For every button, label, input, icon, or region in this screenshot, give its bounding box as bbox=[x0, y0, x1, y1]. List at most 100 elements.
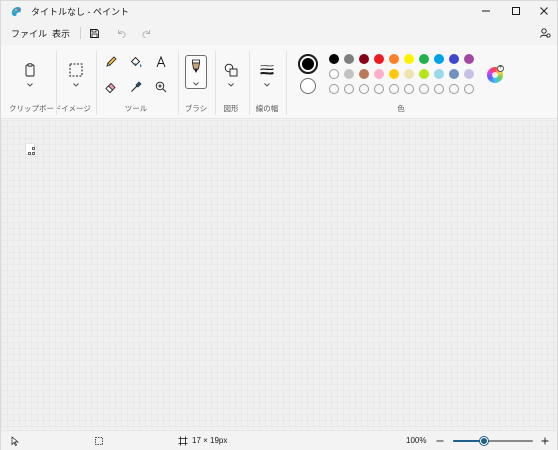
custom-color-slot[interactable] bbox=[419, 84, 429, 94]
palette-swatch[interactable] bbox=[464, 54, 474, 64]
zoom-in-button[interactable] bbox=[539, 435, 550, 446]
resize-handle-right[interactable] bbox=[32, 147, 35, 150]
image-chevron-down-icon[interactable] bbox=[72, 82, 80, 88]
image-size-icon bbox=[177, 435, 188, 446]
palette-swatch[interactable] bbox=[404, 69, 414, 79]
redo-icon bbox=[141, 29, 150, 38]
palette-swatch[interactable] bbox=[344, 69, 354, 79]
custom-color-slot[interactable] bbox=[449, 84, 459, 94]
palette-swatch[interactable] bbox=[434, 54, 444, 64]
palette-swatch[interactable] bbox=[449, 69, 459, 79]
group-label-tools: ツール bbox=[124, 104, 148, 113]
redo-button[interactable] bbox=[139, 26, 153, 40]
drawing-canvas[interactable] bbox=[26, 144, 35, 155]
custom-color-slot[interactable] bbox=[389, 84, 399, 94]
palette-swatch[interactable] bbox=[389, 69, 399, 79]
save-button[interactable] bbox=[87, 26, 101, 40]
canvas-workspace[interactable] bbox=[1, 120, 557, 429]
paint-window: タイトルなし - ペイント ファイル 表示 クリップボード イメージ ツール ブ… bbox=[0, 0, 558, 450]
group-label-image: イメージ bbox=[61, 104, 91, 113]
group-label-clipboard: クリップボード bbox=[9, 104, 62, 113]
ribbon-separator bbox=[96, 51, 97, 115]
zoom-out-button[interactable] bbox=[434, 435, 445, 446]
palette-swatch[interactable] bbox=[359, 69, 369, 79]
custom-color-slot[interactable] bbox=[344, 84, 354, 94]
zoom-slider-thumb[interactable] bbox=[480, 437, 488, 445]
undo-button[interactable] bbox=[114, 26, 128, 40]
eraser-tool-button[interactable] bbox=[102, 78, 120, 96]
custom-color-slot[interactable] bbox=[359, 84, 369, 94]
clipboard-chevron-down-icon[interactable] bbox=[26, 82, 34, 88]
custom-color-slot[interactable] bbox=[329, 84, 339, 94]
palette-swatch[interactable] bbox=[419, 69, 429, 79]
stroke-width-button[interactable] bbox=[258, 61, 276, 79]
shapes-button[interactable] bbox=[222, 61, 240, 79]
resize-handle-bottom[interactable] bbox=[28, 152, 31, 155]
magnifier-tool-button[interactable] bbox=[152, 78, 170, 96]
add-color-icon: + bbox=[497, 65, 504, 72]
palette-swatch[interactable] bbox=[464, 69, 474, 79]
maximize-icon bbox=[512, 7, 520, 15]
custom-color-slot[interactable] bbox=[434, 84, 444, 94]
primary-color-button[interactable] bbox=[298, 54, 318, 74]
clipboard-icon bbox=[25, 63, 35, 77]
menu-divider bbox=[80, 27, 81, 39]
stroke-width-chevron-down-icon[interactable] bbox=[263, 82, 271, 88]
color-picker-tool-button[interactable] bbox=[127, 78, 145, 96]
custom-color-slot[interactable] bbox=[374, 84, 384, 94]
ribbon-separator bbox=[178, 51, 179, 115]
minimize-icon bbox=[482, 10, 490, 12]
status-bar: 17 × 19px 100% bbox=[1, 430, 557, 450]
selection-rectangle-icon bbox=[69, 63, 83, 77]
palette-swatch[interactable] bbox=[419, 54, 429, 64]
custom-color-slot[interactable] bbox=[464, 84, 474, 94]
pencil-tool-button[interactable] bbox=[102, 53, 120, 71]
group-label-stroke-width: 線の幅 bbox=[255, 104, 279, 113]
maximize-button[interactable] bbox=[501, 1, 531, 21]
shapes-icon bbox=[224, 63, 238, 77]
image-size-text: 17 × 19px bbox=[192, 436, 228, 445]
eyedropper-icon bbox=[131, 81, 142, 92]
secondary-color-button[interactable] bbox=[300, 78, 316, 94]
palette-swatch[interactable] bbox=[389, 54, 399, 64]
palette-swatch[interactable] bbox=[404, 54, 414, 64]
undo-icon bbox=[117, 29, 126, 38]
account-settings-icon bbox=[540, 28, 551, 38]
palette-swatch[interactable] bbox=[359, 54, 369, 64]
palette-swatch[interactable] bbox=[374, 54, 384, 64]
zoom-slider[interactable] bbox=[453, 437, 533, 445]
menu-file[interactable]: ファイル bbox=[8, 26, 50, 41]
palette-swatch[interactable] bbox=[449, 54, 459, 64]
close-button[interactable] bbox=[529, 1, 558, 21]
title-bar: タイトルなし - ペイント bbox=[1, 1, 557, 21]
palette-swatch[interactable] bbox=[329, 54, 339, 64]
save-icon bbox=[89, 28, 99, 38]
color-wheel-center bbox=[492, 72, 498, 78]
clipboard-button[interactable] bbox=[21, 61, 39, 79]
resize-handle-corner[interactable] bbox=[32, 152, 35, 155]
brushes-chevron-down-icon bbox=[193, 82, 199, 86]
group-label-colors: 色 bbox=[397, 104, 405, 113]
palette-swatch[interactable] bbox=[374, 69, 384, 79]
shapes-chevron-down-icon[interactable] bbox=[227, 82, 235, 88]
brushes-button[interactable] bbox=[185, 55, 207, 89]
custom-color-slot[interactable] bbox=[404, 84, 414, 94]
cursor-position-icon bbox=[9, 435, 20, 446]
fill-tool-button[interactable] bbox=[127, 53, 145, 71]
minimize-button[interactable] bbox=[471, 1, 501, 21]
eraser-icon bbox=[105, 82, 116, 94]
menu-view[interactable]: 表示 bbox=[49, 26, 73, 41]
zoom-in-icon bbox=[155, 81, 167, 93]
primary-color-swatch bbox=[302, 58, 314, 70]
edit-colors-button[interactable]: + bbox=[487, 65, 504, 83]
zoom-level-text[interactable]: 100% bbox=[406, 436, 426, 445]
brush-icon bbox=[192, 59, 200, 73]
palette-swatch[interactable] bbox=[434, 69, 444, 79]
select-button[interactable] bbox=[67, 61, 85, 79]
palette-swatch[interactable] bbox=[329, 69, 339, 79]
account-button[interactable] bbox=[538, 26, 552, 40]
palette-swatch[interactable] bbox=[344, 54, 354, 64]
text-tool-button[interactable] bbox=[152, 53, 170, 71]
group-label-brushes: ブラシ bbox=[184, 104, 208, 113]
ribbon-separator bbox=[56, 51, 57, 115]
